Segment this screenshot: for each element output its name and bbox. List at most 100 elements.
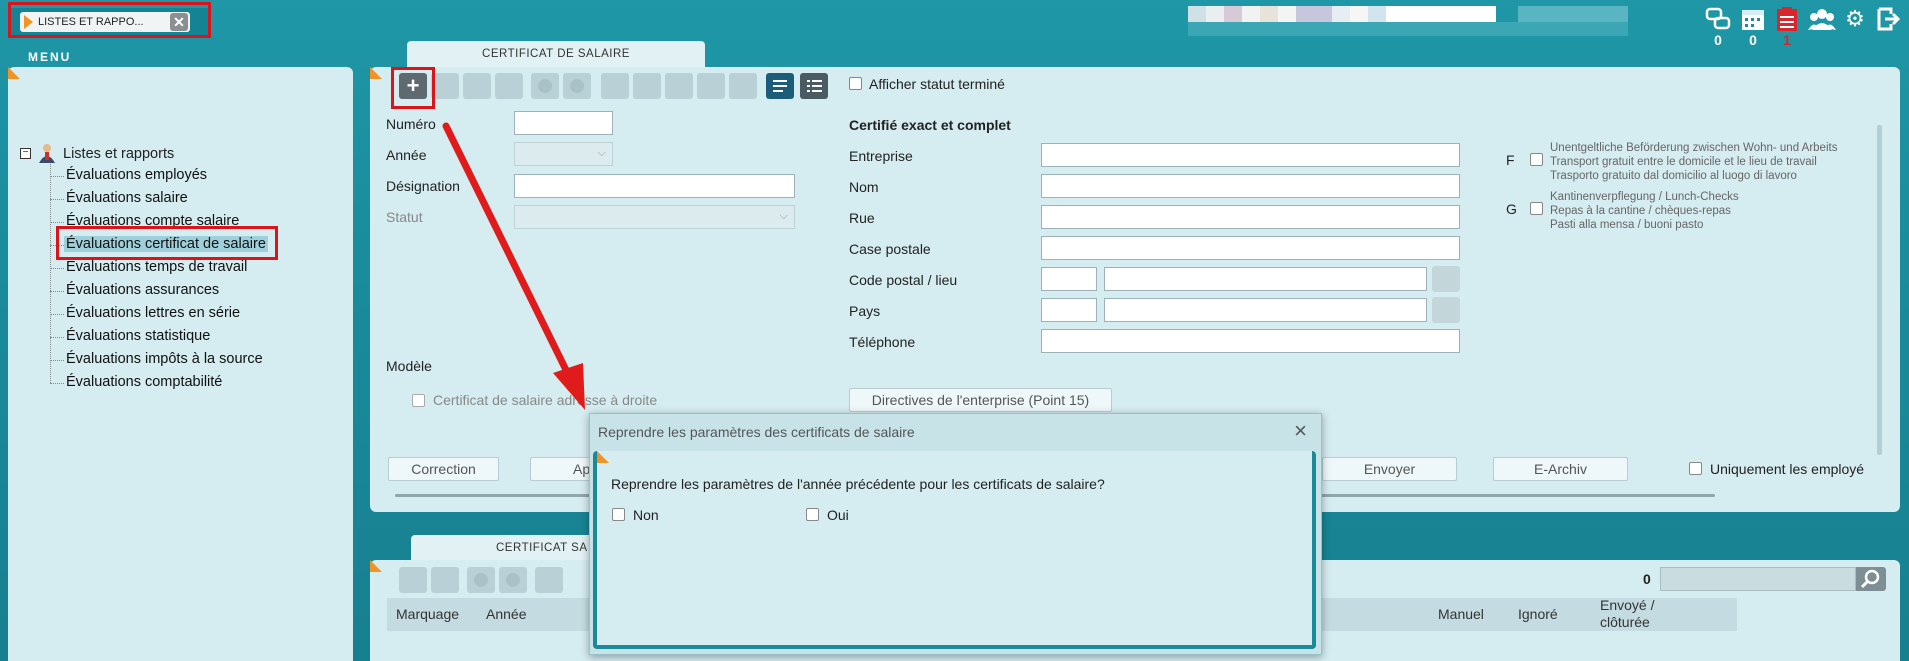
- toolbar-button-3[interactable]: [463, 73, 491, 99]
- calendar-count: 0: [1749, 32, 1757, 48]
- f-line-3: Trasporto gratuito dal domicilio al luog…: [1550, 170, 1797, 182]
- cert-right-checkbox[interactable]: [412, 394, 425, 407]
- logout-icon[interactable]: [1875, 6, 1901, 32]
- annee-select[interactable]: ⌵: [514, 142, 613, 166]
- dialog-close-icon[interactable]: ×: [1294, 418, 1307, 444]
- g-line-3: Pasti alla mensa / buoni pasto: [1550, 219, 1704, 231]
- f-line-2: Transport gratuit entre le domicile et l…: [1550, 156, 1817, 168]
- annee-label: Année: [386, 147, 427, 163]
- toolbar-button-4[interactable]: [495, 73, 523, 99]
- chevron-down-icon: ⌵: [779, 210, 788, 222]
- directives-button[interactable]: Directives de l'enterprise (Point 15): [849, 388, 1112, 412]
- only-employees-label: Uniquement les employé: [1710, 461, 1865, 477]
- corner-marker: [597, 451, 609, 463]
- vertical-scrollbar[interactable]: [1877, 125, 1882, 455]
- postal-lookup-button[interactable]: [1432, 266, 1460, 292]
- dialog-yes-label: Oui: [827, 507, 849, 523]
- toolbar-button-2[interactable]: [431, 73, 459, 99]
- toolbar-button-7[interactable]: [601, 73, 629, 99]
- collapse-toggle-icon[interactable]: −: [20, 148, 31, 159]
- f-letter: F: [1506, 152, 1515, 168]
- only-employees-checkbox[interactable]: [1689, 462, 1702, 475]
- bottom-search-input[interactable]: [1660, 567, 1856, 591]
- dialog-no-checkbox[interactable]: [612, 508, 625, 521]
- form-view-icon[interactable]: [766, 73, 794, 99]
- g-letter: G: [1506, 201, 1517, 217]
- corner-marker: [370, 560, 382, 572]
- bottom-toolbar-button-1[interactable]: [399, 567, 427, 593]
- tasks-count: 1: [1783, 32, 1791, 48]
- highlight-tree-item: [56, 226, 278, 260]
- settings-gear-icon[interactable]: ⚙: [1842, 6, 1868, 32]
- search-icon[interactable]: [1856, 567, 1886, 591]
- dialog-yes-checkbox[interactable]: [806, 508, 819, 521]
- tree-item-lettres-serie[interactable]: Évaluations lettres en série: [66, 305, 240, 321]
- col-marquage[interactable]: Marquage: [396, 606, 459, 622]
- toolbar-button-8[interactable]: [633, 73, 661, 99]
- numero-label: Numéro: [386, 116, 436, 132]
- tree-item-comptabilite[interactable]: Évaluations comptabilité: [66, 374, 222, 390]
- sidebar: − Listes et rapports Évaluations employé…: [8, 67, 353, 661]
- tree-item-impots-source[interactable]: Évaluations impôts à la source: [66, 351, 263, 367]
- pays-lookup-button[interactable]: [1432, 297, 1460, 323]
- bottom-toolbar-button-5[interactable]: [535, 567, 563, 593]
- toolbar-button-11[interactable]: [729, 73, 757, 99]
- pays-code-input[interactable]: [1041, 298, 1097, 322]
- highlight-tab: [8, 2, 211, 38]
- tab-certificat-salaire[interactable]: CERTIFICAT DE SALAIRE: [407, 41, 705, 67]
- tasks-icon[interactable]: [1774, 6, 1800, 32]
- messages-count: 0: [1714, 32, 1722, 48]
- bottom-toolbar-button-2[interactable]: [431, 567, 459, 593]
- envoyer-button[interactable]: Envoyer: [1322, 457, 1457, 481]
- entreprise-input[interactable]: [1041, 143, 1460, 167]
- messages-icon[interactable]: [1705, 6, 1731, 32]
- tree-item-temps-travail[interactable]: Évaluations temps de travail: [66, 259, 247, 275]
- col-ignore[interactable]: Ignoré: [1518, 606, 1558, 622]
- tree-root-label[interactable]: Listes et rapports: [63, 146, 174, 162]
- list-view-icon[interactable]: [800, 73, 828, 99]
- col-envoye[interactable]: Envoyé /: [1600, 597, 1654, 613]
- nom-label: Nom: [849, 179, 879, 195]
- menu-title: MENU: [28, 50, 72, 64]
- toolbar-button-9[interactable]: [665, 73, 693, 99]
- toolbar-button-6[interactable]: [563, 73, 591, 99]
- tree-item-employes[interactable]: Évaluations employés: [66, 167, 207, 183]
- pays-label: Pays: [849, 303, 881, 319]
- g-line-1: Kantinenverpflegung / Lunch-Checks: [1550, 191, 1739, 203]
- correction-button[interactable]: Correction: [388, 457, 499, 481]
- f-checkbox[interactable]: [1530, 153, 1543, 166]
- earchiv-button[interactable]: E-Archiv: [1493, 457, 1628, 481]
- telephone-input[interactable]: [1041, 329, 1460, 353]
- users-icon[interactable]: [1808, 6, 1836, 32]
- corner-marker: [370, 67, 382, 79]
- dialog-title: Reprendre les paramètres des certificats…: [598, 424, 915, 440]
- chevron-down-icon: ⌵: [597, 147, 606, 159]
- statut-select[interactable]: ⌵: [514, 205, 795, 229]
- numero-input[interactable]: [514, 111, 613, 135]
- g-checkbox[interactable]: [1530, 202, 1543, 215]
- designation-input[interactable]: [514, 174, 795, 198]
- case-postale-input[interactable]: [1041, 236, 1460, 260]
- pays-name-input[interactable]: [1104, 298, 1427, 322]
- bottom-toolbar-button-4[interactable]: [499, 567, 527, 593]
- col-cloturee[interactable]: clôturée: [1600, 614, 1650, 630]
- tree-item-statistique[interactable]: Évaluations statistique: [66, 328, 210, 344]
- tree-item-salaire[interactable]: Évaluations salaire: [66, 190, 188, 206]
- rue-input[interactable]: [1041, 205, 1460, 229]
- designation-label: Désignation: [386, 178, 460, 194]
- toolbar-button-10[interactable]: [697, 73, 725, 99]
- postal-code-input[interactable]: [1041, 267, 1097, 291]
- nom-input[interactable]: [1041, 174, 1460, 198]
- show-finished-checkbox[interactable]: [849, 77, 862, 90]
- rue-label: Rue: [849, 210, 875, 226]
- bottom-count: 0: [1643, 571, 1651, 587]
- corner-marker: [8, 67, 20, 79]
- bottom-toolbar-button-3[interactable]: [467, 567, 495, 593]
- toolbar-button-5[interactable]: [531, 73, 559, 99]
- calendar-icon[interactable]: [1740, 6, 1766, 32]
- lieu-input[interactable]: [1104, 267, 1427, 291]
- col-manuel[interactable]: Manuel: [1438, 606, 1484, 622]
- tree-item-assurances[interactable]: Évaluations assurances: [66, 282, 219, 298]
- user-info-blurred: [1188, 6, 1628, 36]
- col-annee[interactable]: Année: [486, 606, 526, 622]
